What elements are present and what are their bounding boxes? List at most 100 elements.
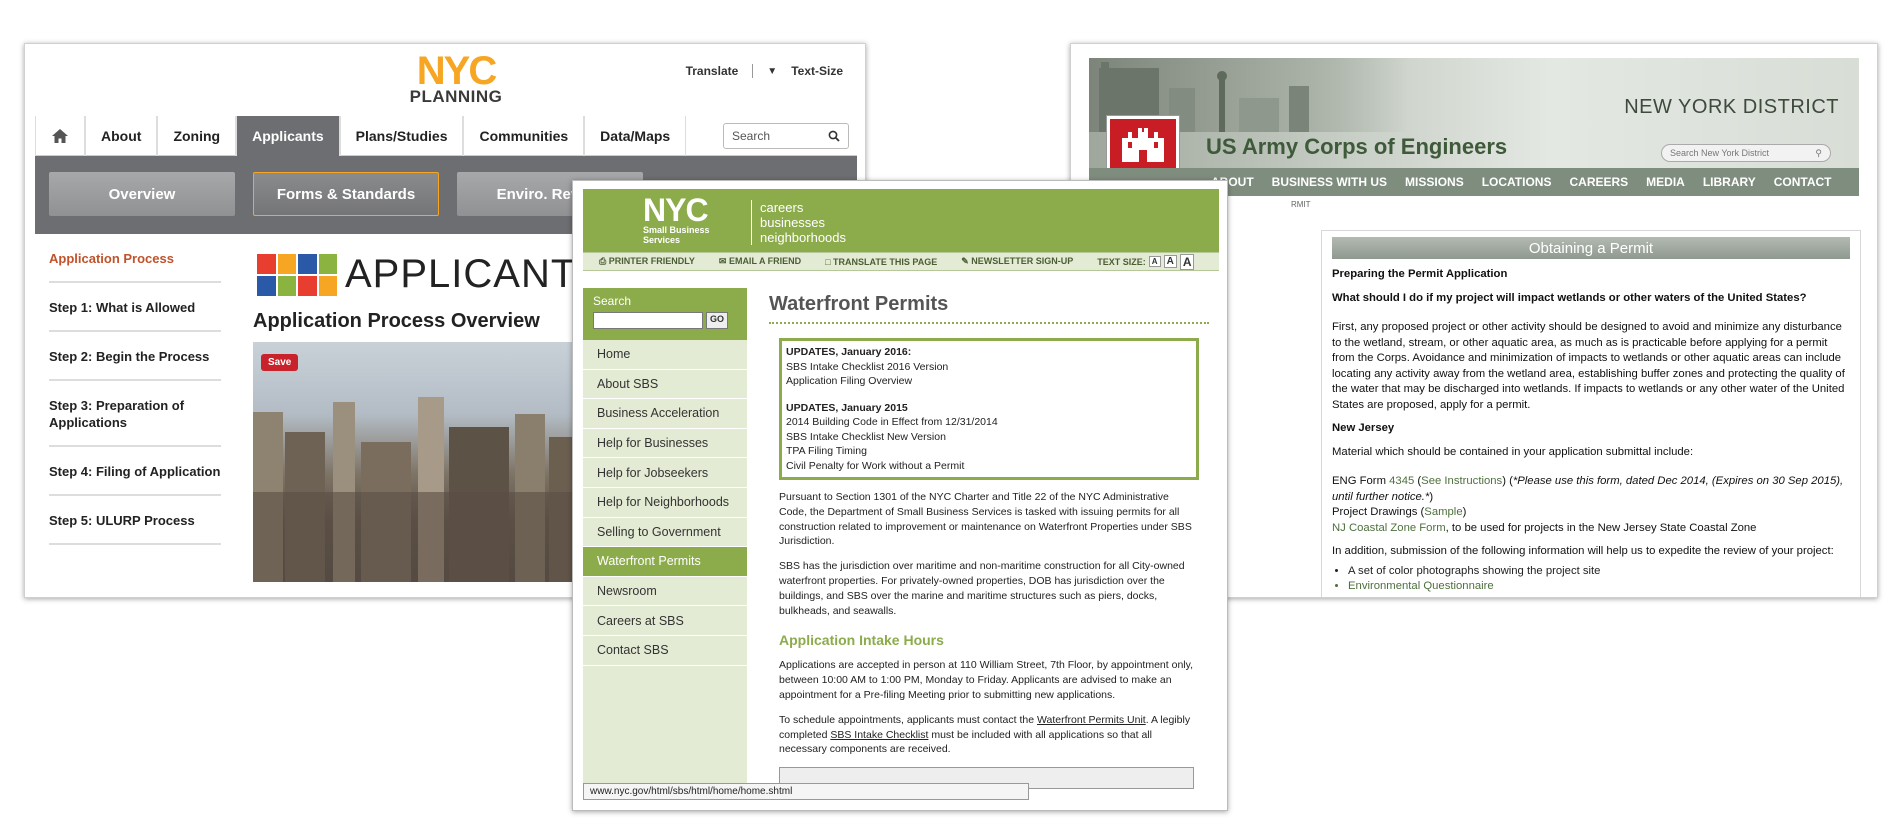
search-input[interactable]: Search	[723, 123, 849, 149]
search-input[interactable]: Search New York District ⚲	[1661, 144, 1831, 162]
see-instructions-link[interactable]: See Instructions	[1421, 475, 1502, 487]
nav-help-jobseekers[interactable]: Help for Jobseekers	[583, 458, 747, 488]
environmental-questionnaire-link[interactable]: Environmental Questionnaire	[1348, 579, 1850, 595]
side-item-step1[interactable]: Step 1: What is Allowed	[49, 283, 221, 332]
waterfront-permits-unit-link[interactable]: Waterfront Permits Unit	[1037, 714, 1146, 726]
paragraph-jurisdiction: SBS has the jurisdiction over maritime a…	[779, 560, 1185, 617]
city-skyline-photo	[253, 342, 593, 582]
nyc-sbs-screenshot: NYC Small Business Services careers busi…	[572, 180, 1228, 811]
text: ENG Form	[1332, 475, 1390, 487]
search-icon[interactable]: ⚲	[1815, 148, 1822, 159]
paragraph-schedule: To schedule appointments, applicants mus…	[769, 713, 1209, 757]
logo-nyc-text: NYC	[643, 192, 709, 228]
text-size-large-button[interactable]: A	[1179, 253, 1195, 270]
nav-missions[interactable]: MISSIONS	[1405, 175, 1464, 189]
paragraph-material: Material which should be contained in yo…	[1332, 445, 1694, 458]
castle-icon[interactable]	[1107, 116, 1179, 172]
paragraph-pursuant: Pursuant to Section 1301 of the NYC Char…	[779, 491, 1192, 548]
nav-business-with-us[interactable]: BUSINESS WITH US	[1272, 175, 1387, 189]
side-item-application-process[interactable]: Application Process	[49, 250, 221, 283]
breadcrumb[interactable]: RMIT	[1291, 200, 1311, 209]
text-size-small-button[interactable]: A	[1148, 256, 1161, 267]
nav-careers[interactable]: CAREERS	[1569, 175, 1628, 189]
nav-data-maps[interactable]: Data/Maps	[584, 116, 687, 156]
label: EMAIL A FRIEND	[728, 256, 802, 266]
nyc-planning-logo[interactable]: NYC PLANNING	[401, 49, 511, 106]
side-item-step2[interactable]: Step 2: Begin the Process	[49, 332, 221, 381]
nav-help-businesses[interactable]: Help for Businesses	[583, 429, 747, 459]
nav-about-sbs[interactable]: About SBS	[583, 370, 747, 400]
side-item-step5[interactable]: Step 5: ULURP Process	[49, 496, 221, 545]
update-link[interactable]: SBS Intake Checklist New Version	[786, 430, 1192, 445]
question-heading: What should I do if my project will impa…	[1332, 291, 1807, 304]
nav-careers-sbs[interactable]: Careers at SBS	[583, 606, 747, 636]
text-size-link[interactable]: Text-Size	[791, 64, 843, 78]
top-links: Translate ▼ Text-Size	[686, 64, 843, 78]
nav-media[interactable]: MEDIA	[1646, 175, 1685, 189]
nav-selling-government[interactable]: Selling to Government	[583, 518, 747, 548]
translate-page-link[interactable]: □ TRANSLATE THIS PAGE	[825, 257, 937, 267]
search-icon[interactable]	[828, 130, 840, 142]
page-title: Waterfront Permits	[769, 293, 1209, 324]
search-input[interactable]	[593, 312, 703, 329]
go-button[interactable]: GO	[706, 312, 729, 329]
logo-nyc-text: NYC	[416, 49, 497, 93]
update-link[interactable]: Civil Penalty for Work without a Permit	[786, 459, 1192, 474]
nyc-sbs-logo[interactable]: NYC Small Business Services	[643, 192, 710, 245]
nav-home[interactable]: Home	[583, 340, 747, 370]
home-icon[interactable]	[35, 116, 85, 156]
update-link[interactable]: Application Filing Overview	[786, 374, 1192, 389]
tag-businesses[interactable]: businesses	[760, 215, 846, 230]
newsletter-signup-link[interactable]: ✎ NEWSLETTER SIGN-UP	[961, 256, 1073, 267]
main-content: Waterfront Permits UPDATES, January 2016…	[769, 293, 1209, 790]
sample-link[interactable]: Sample	[1424, 506, 1462, 518]
nav-about[interactable]: About	[85, 116, 158, 156]
tag-careers[interactable]: careers	[760, 200, 846, 215]
update-link[interactable]: 2014 Building Code in Effect from 12/31/…	[786, 415, 1192, 430]
site-title[interactable]: US Army Corps of Engineers	[1206, 134, 1507, 160]
nav-waterfront-permits[interactable]: Waterfront Permits	[583, 547, 747, 577]
label: NEWSLETTER SIGN-UP	[971, 256, 1074, 266]
translate-link[interactable]: Translate	[686, 64, 739, 78]
heading-preparing: Preparing the Permit Application	[1332, 268, 1508, 280]
text-size-medium-button[interactable]: A	[1163, 255, 1177, 268]
update-link[interactable]: SBS Intake Checklist 2016 Version	[786, 360, 1192, 375]
portal-logo-icon	[257, 253, 337, 296]
email-friend-link[interactable]: ✉ EMAIL A FRIEND	[719, 256, 801, 267]
nav-plans-studies[interactable]: Plans/Studies	[339, 116, 464, 156]
pinterest-save-button[interactable]: Save	[261, 354, 299, 371]
nav-applicants[interactable]: Applicants	[236, 116, 340, 156]
text: , to be used for projects in the New Jer…	[1445, 521, 1757, 534]
logo-sub-text: Small Business	[643, 225, 710, 235]
side-nav: Application Process Step 1: What is Allo…	[49, 250, 221, 545]
translate-dropdown-icon[interactable]: ▼	[767, 66, 777, 77]
sbs-intake-checklist-link[interactable]: SBS Intake Checklist	[830, 729, 928, 741]
side-item-step4[interactable]: Step 4: Filing of Application	[49, 447, 221, 496]
update-link[interactable]: TPA Filing Timing	[786, 444, 1192, 459]
header-banner: NYC Small Business Services careers busi…	[583, 189, 1219, 252]
bullet-list: A set of color photographs showing the p…	[1348, 564, 1850, 595]
nav-zoning[interactable]: Zoning	[157, 116, 237, 156]
overview-button[interactable]: Overview	[49, 172, 235, 216]
nav-library[interactable]: LIBRARY	[1703, 175, 1756, 189]
nav-help-neighborhoods[interactable]: Help for Neighborhoods	[583, 488, 747, 518]
label: TRANSLATE THIS PAGE	[833, 256, 938, 267]
search-placeholder: Search	[732, 129, 771, 143]
nav-business-acceleration[interactable]: Business Acceleration	[583, 399, 747, 429]
coastal-zone-form-link[interactable]: NJ Coastal Zone Form	[1332, 522, 1446, 534]
nav-newsroom[interactable]: Newsroom	[583, 577, 747, 607]
printer-friendly-link[interactable]: ⎙ PRINTER FRIENDLY	[599, 256, 695, 267]
heading-new-jersey: New Jersey	[1332, 422, 1395, 434]
eng-form-link[interactable]: 4345	[1389, 475, 1414, 487]
nav-contact-sbs[interactable]: Contact SBS	[583, 636, 747, 666]
forms-standards-button[interactable]: Forms & Standards	[253, 172, 439, 216]
text: )	[1462, 506, 1467, 518]
nav-contact[interactable]: CONTACT	[1774, 175, 1832, 189]
nav-communities[interactable]: Communities	[463, 116, 585, 156]
eng-form-line: ENG Form 4345 (See Instructions) (*Pleas…	[1332, 474, 1850, 536]
tag-neighborhoods[interactable]: neighborhoods	[760, 230, 846, 245]
nav-locations[interactable]: LOCATIONS	[1482, 175, 1552, 189]
logo-sub-text: Services	[643, 235, 681, 245]
text: )	[1429, 490, 1434, 503]
side-item-step3[interactable]: Step 3: Preparation of Applications	[49, 381, 221, 447]
